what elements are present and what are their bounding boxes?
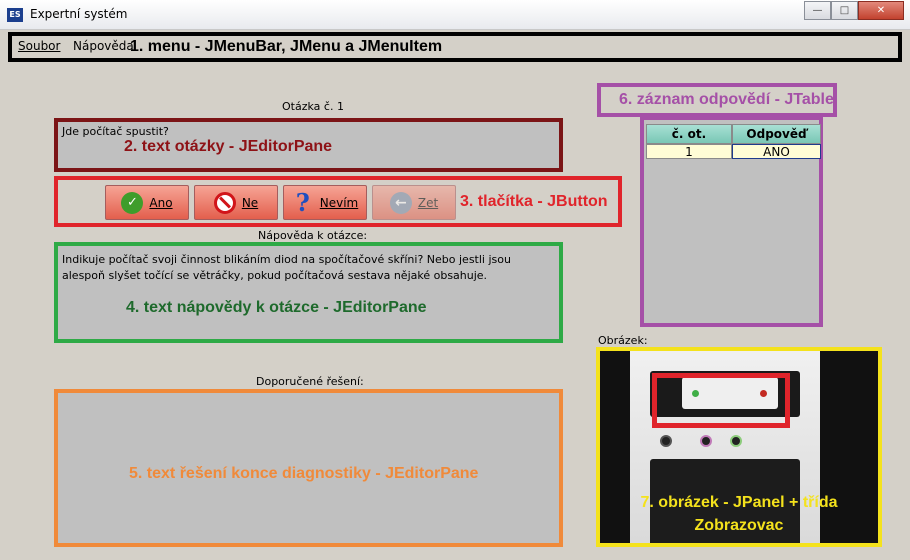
cell-question-number[interactable]: 1	[646, 144, 732, 159]
help-text: Indikuje počítač svoji činnost blikáním …	[62, 253, 511, 282]
menu-annotation: 1. menu - JMenuBar, JMenu a JMenuItem	[130, 38, 443, 55]
maximize-button[interactable]: □	[831, 1, 858, 20]
image-panel: 7. obrázek - JPanel + třída Zobrazovac	[596, 347, 882, 547]
answers-annotation-box: 6. záznam odpovědí - JTable	[597, 83, 837, 117]
menu-napoveda[interactable]: Nápověda	[73, 39, 134, 53]
highlight-frame	[652, 373, 790, 428]
menu-soubor[interactable]: Soubor	[18, 39, 60, 53]
no-entry-icon	[213, 191, 236, 214]
question-text: Jde počítač spustit?	[62, 125, 169, 138]
usb-port	[660, 435, 672, 447]
question-mark-icon: ?	[295, 188, 310, 217]
solution-annotation: 5. text řešení konce diagnostiky - JEdit…	[129, 465, 479, 482]
window-controls: — □ ✕	[804, 1, 904, 20]
answers-annotation: 6. záznam odpovědí - JTable	[619, 91, 834, 108]
back-arrow-icon: ←	[389, 191, 412, 214]
solution-editor-pane: 5. text řešení konce diagnostiky - JEdit…	[54, 389, 563, 547]
close-button[interactable]: ✕	[858, 1, 904, 20]
answers-table-panel: č. ot. Odpověď 1 ANO	[640, 116, 823, 327]
back-button[interactable]: ← Zet	[372, 185, 456, 220]
image-annotation-line2: Zobrazovac	[694, 517, 784, 534]
solution-heading: Doporučené řešení:	[256, 375, 364, 388]
question-annotation: 2. text otázky - JEditorPane	[124, 138, 333, 155]
buttons-annotation: 3. tlačítka - JButton	[460, 193, 608, 210]
cell-answer[interactable]: ANO	[732, 144, 821, 159]
dont-know-button[interactable]: ? Nevím	[283, 185, 367, 220]
table-header: č. ot. Odpověď	[646, 124, 821, 144]
column-answer[interactable]: Odpověď	[732, 124, 821, 144]
menu-bar: Soubor Nápověda 1. menu - JMenuBar, JMen…	[8, 32, 902, 62]
title-bar: ES Expertní systém — □ ✕	[0, 0, 910, 30]
help-editor-pane: Indikuje počítač svoji činnost blikáním …	[54, 242, 563, 343]
answer-buttons-panel: ✓ Ano Ne ? Nevím ← Zet 3. tlačítka - JBu…	[54, 176, 622, 227]
yes-button[interactable]: ✓ Ano	[105, 185, 189, 220]
no-button[interactable]: Ne	[194, 185, 278, 220]
question-heading: Otázka č. 1	[282, 100, 344, 113]
app-icon: ES	[7, 8, 23, 22]
column-question-number[interactable]: č. ot.	[646, 124, 732, 144]
question-editor-pane: Jde počítač spustit? 2. text otázky - JE…	[54, 118, 563, 172]
image-heading: Obrázek:	[598, 334, 648, 347]
minimize-button[interactable]: —	[804, 1, 831, 20]
audio-port	[730, 435, 742, 447]
mic-port	[700, 435, 712, 447]
help-heading: Nápověda k otázce:	[258, 229, 368, 242]
window-title: Expertní systém	[30, 7, 128, 21]
table-row[interactable]: 1 ANO	[646, 144, 821, 159]
check-icon: ✓	[121, 191, 144, 214]
image-annotation-line1: 7. obrázek - JPanel + třída	[640, 494, 838, 511]
help-annotation: 4. text nápovědy k otázce - JEditorPane	[126, 299, 427, 316]
